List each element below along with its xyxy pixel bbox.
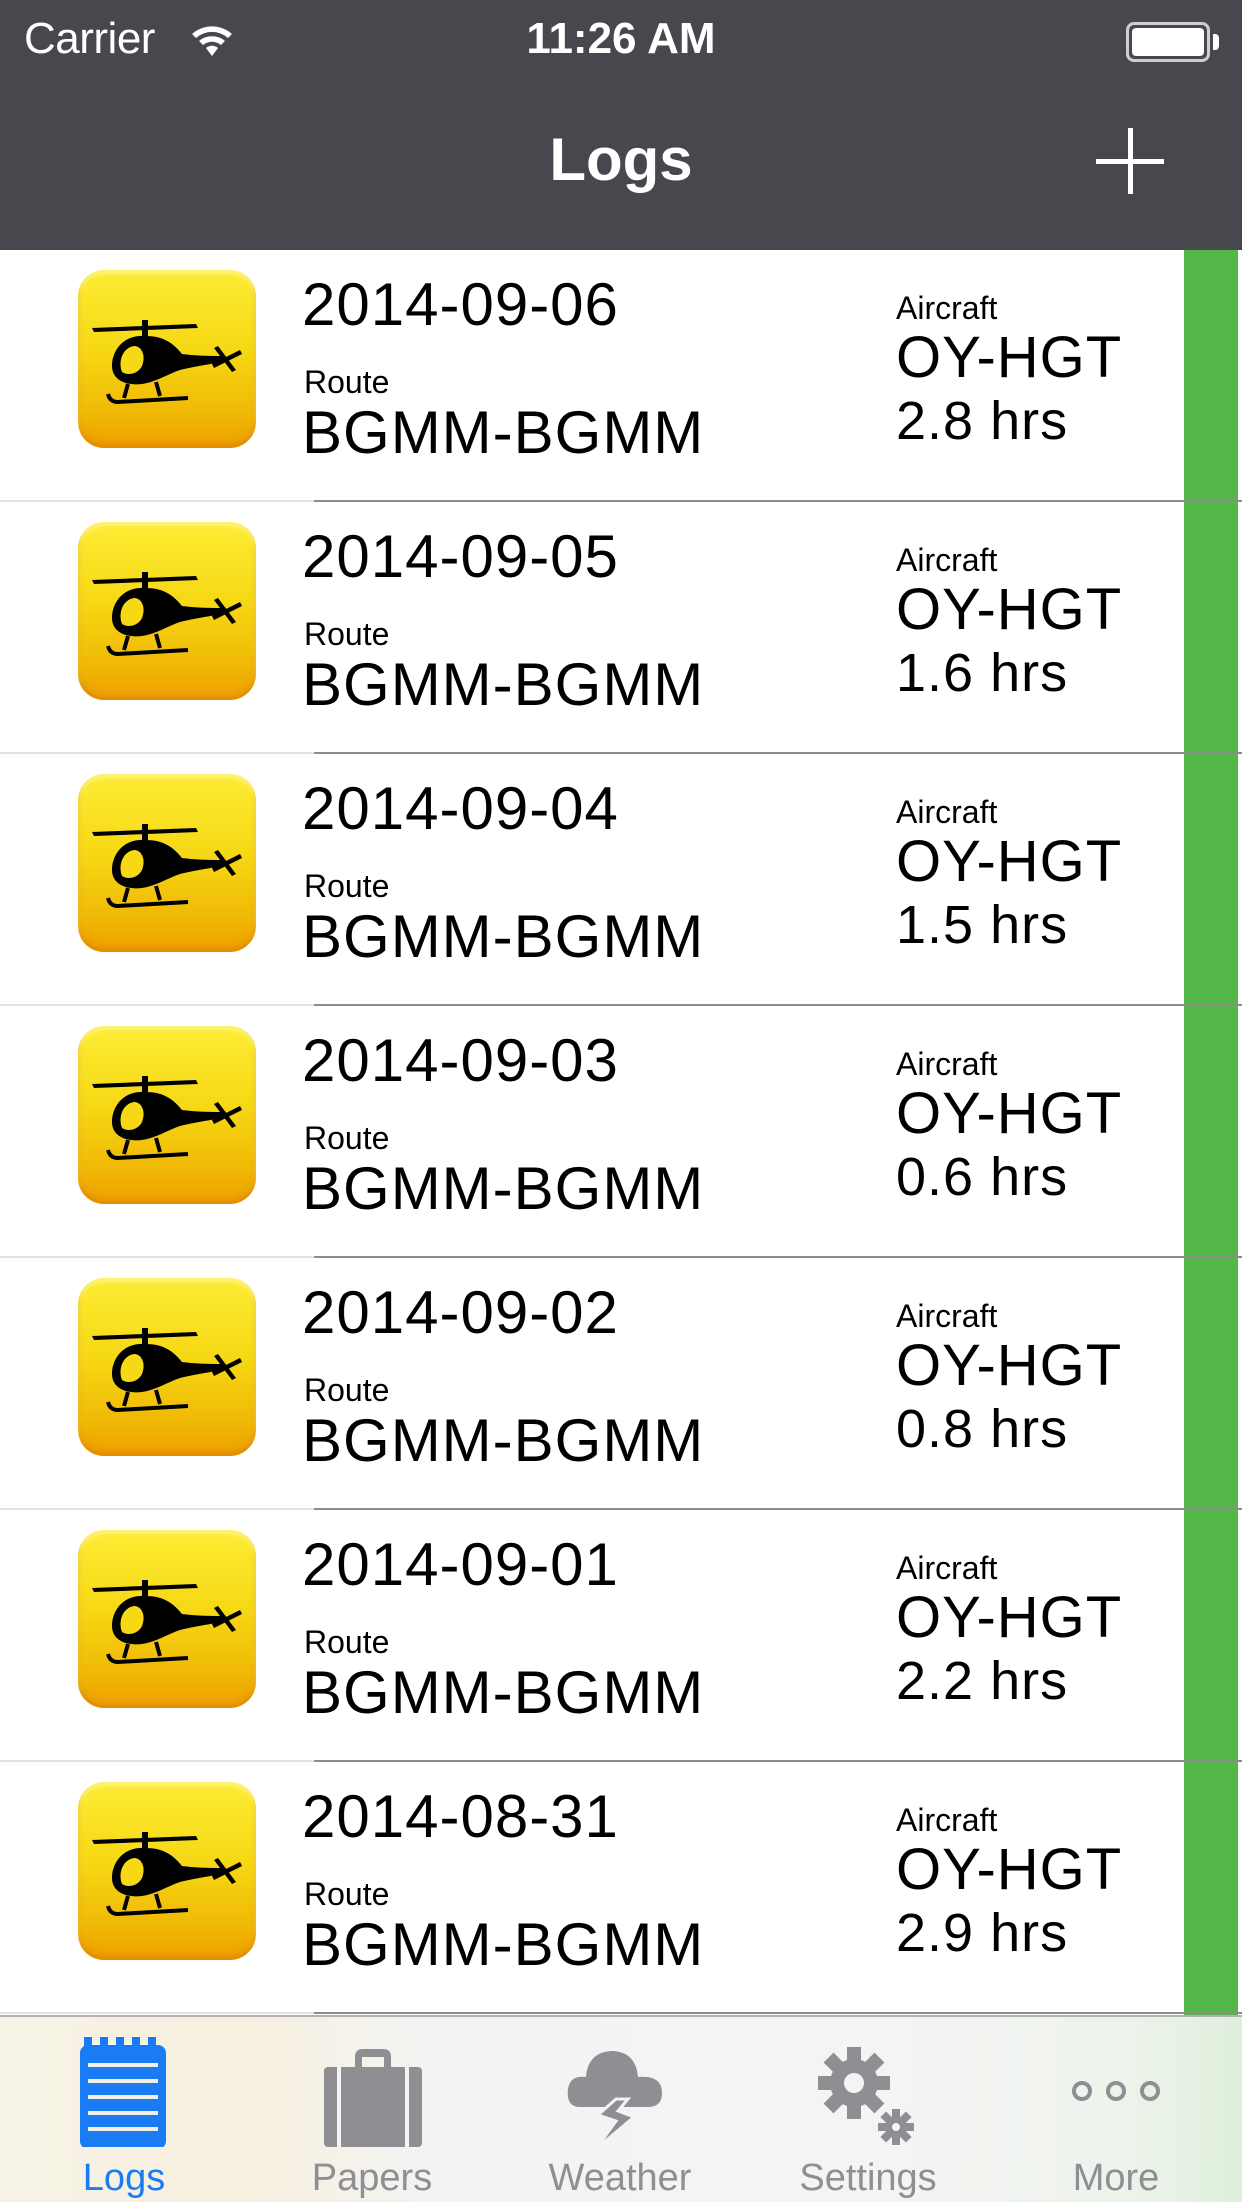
log-route: BGMM-BGMM (302, 1659, 705, 1726)
page-title: Logs (549, 126, 693, 193)
log-route: BGMM-BGMM (302, 1407, 705, 1474)
tab-label: Settings (799, 2157, 937, 2199)
route-label: Route (304, 868, 390, 904)
status-bar: Carrier 11:26 AM (0, 0, 1242, 80)
route-label: Route (304, 1120, 390, 1156)
log-row[interactable]: 2014-09-03 Route BGMM-BGMM Aircraft OY-H… (0, 1006, 1242, 1258)
log-date: 2014-09-04 (302, 775, 619, 842)
log-row[interactable]: 2014-09-04 Route BGMM-BGMM Aircraft OY-H… (0, 754, 1242, 1006)
route-label: Route (304, 616, 390, 652)
route-label: Route (304, 1372, 390, 1408)
briefcase-icon (324, 2049, 422, 2147)
aircraft-label: Aircraft (896, 1298, 998, 1334)
aircraft-label: Aircraft (896, 1550, 998, 1586)
aircraft-label: Aircraft (896, 290, 998, 326)
top-bar: Carrier 11:26 AM Logs (0, 0, 1242, 250)
tab-bar: Logs Papers Weather Settings More (0, 2015, 1242, 2202)
helicopter-icon (78, 270, 256, 448)
status-time: 11:26 AM (526, 14, 716, 63)
tab-more[interactable]: More (992, 2017, 1240, 2202)
route-label: Route (304, 1876, 390, 1912)
log-aircraft: OY-HGT (896, 325, 1123, 390)
log-route: BGMM-BGMM (302, 651, 705, 718)
tab-label: Weather (548, 2157, 692, 2199)
row-divider (314, 2012, 1242, 2014)
gears-icon (818, 2047, 914, 2145)
helicopter-icon (78, 1782, 256, 1960)
notepad-icon (80, 2037, 166, 2147)
tab-papers[interactable]: Papers (248, 2017, 496, 2202)
log-date: 2014-09-06 (302, 271, 619, 338)
helicopter-icon (78, 1026, 256, 1204)
log-date: 2014-08-31 (302, 1783, 619, 1850)
tab-weather[interactable]: Weather (496, 2017, 744, 2202)
storm-cloud-icon (567, 2051, 662, 2147)
log-aircraft: OY-HGT (896, 577, 1123, 642)
log-aircraft: OY-HGT (896, 1081, 1123, 1146)
battery-icon (1126, 22, 1210, 62)
log-date: 2014-09-03 (302, 1027, 619, 1094)
tab-settings[interactable]: Settings (744, 2017, 992, 2202)
log-aircraft: OY-HGT (896, 1333, 1123, 1398)
aircraft-label: Aircraft (896, 542, 998, 578)
log-hours: 1.5 hrs (896, 895, 1069, 955)
log-hours: 2.2 hrs (896, 1651, 1069, 1711)
log-aircraft: OY-HGT (896, 829, 1123, 894)
log-route: BGMM-BGMM (302, 399, 705, 466)
log-row[interactable]: 2014-08-31 Route BGMM-BGMM Aircraft OY-H… (0, 1762, 1242, 2014)
route-label: Route (304, 1624, 390, 1660)
log-row[interactable]: 2014-09-01 Route BGMM-BGMM Aircraft OY-H… (0, 1510, 1242, 1762)
tab-label: Papers (311, 2157, 433, 2199)
log-aircraft: OY-HGT (896, 1585, 1123, 1650)
log-date: 2014-09-05 (302, 523, 619, 590)
tab-logs[interactable]: Logs (0, 2017, 248, 2202)
log-row[interactable]: 2014-09-05 Route BGMM-BGMM Aircraft OY-H… (0, 502, 1242, 754)
helicopter-icon (78, 1530, 256, 1708)
aircraft-label: Aircraft (896, 1046, 998, 1082)
log-row[interactable]: 2014-09-02 Route BGMM-BGMM Aircraft OY-H… (0, 1258, 1242, 1510)
tab-label: More (1072, 2157, 1160, 2199)
log-hours: 2.9 hrs (896, 1903, 1069, 1963)
log-route: BGMM-BGMM (302, 1155, 705, 1222)
log-route: BGMM-BGMM (302, 903, 705, 970)
battery-tip (1213, 34, 1219, 50)
log-hours: 2.8 hrs (896, 391, 1069, 451)
log-aircraft: OY-HGT (896, 1837, 1123, 1902)
row-divider-left (0, 2012, 314, 2014)
aircraft-label: Aircraft (896, 794, 998, 830)
log-date: 2014-09-02 (302, 1279, 619, 1346)
helicopter-icon (78, 522, 256, 700)
helicopter-icon (78, 774, 256, 952)
tab-label: Logs (82, 2157, 166, 2199)
add-log-button[interactable] (1092, 124, 1168, 200)
route-label: Route (304, 364, 390, 400)
log-date: 2014-09-01 (302, 1531, 619, 1598)
log-route: BGMM-BGMM (302, 1911, 705, 1978)
log-hours: 1.6 hrs (896, 643, 1069, 703)
status-color-bar (1184, 250, 1238, 2015)
log-hours: 0.6 hrs (896, 1147, 1069, 1207)
more-dots-icon (1072, 2081, 1160, 2101)
log-hours: 0.8 hrs (896, 1399, 1069, 1459)
helicopter-icon (78, 1278, 256, 1456)
aircraft-label: Aircraft (896, 1802, 998, 1838)
logs-list: 2014-09-06 Route BGMM-BGMM Aircraft OY-H… (0, 250, 1242, 2015)
log-row[interactable]: 2014-09-06 Route BGMM-BGMM Aircraft OY-H… (0, 250, 1242, 502)
